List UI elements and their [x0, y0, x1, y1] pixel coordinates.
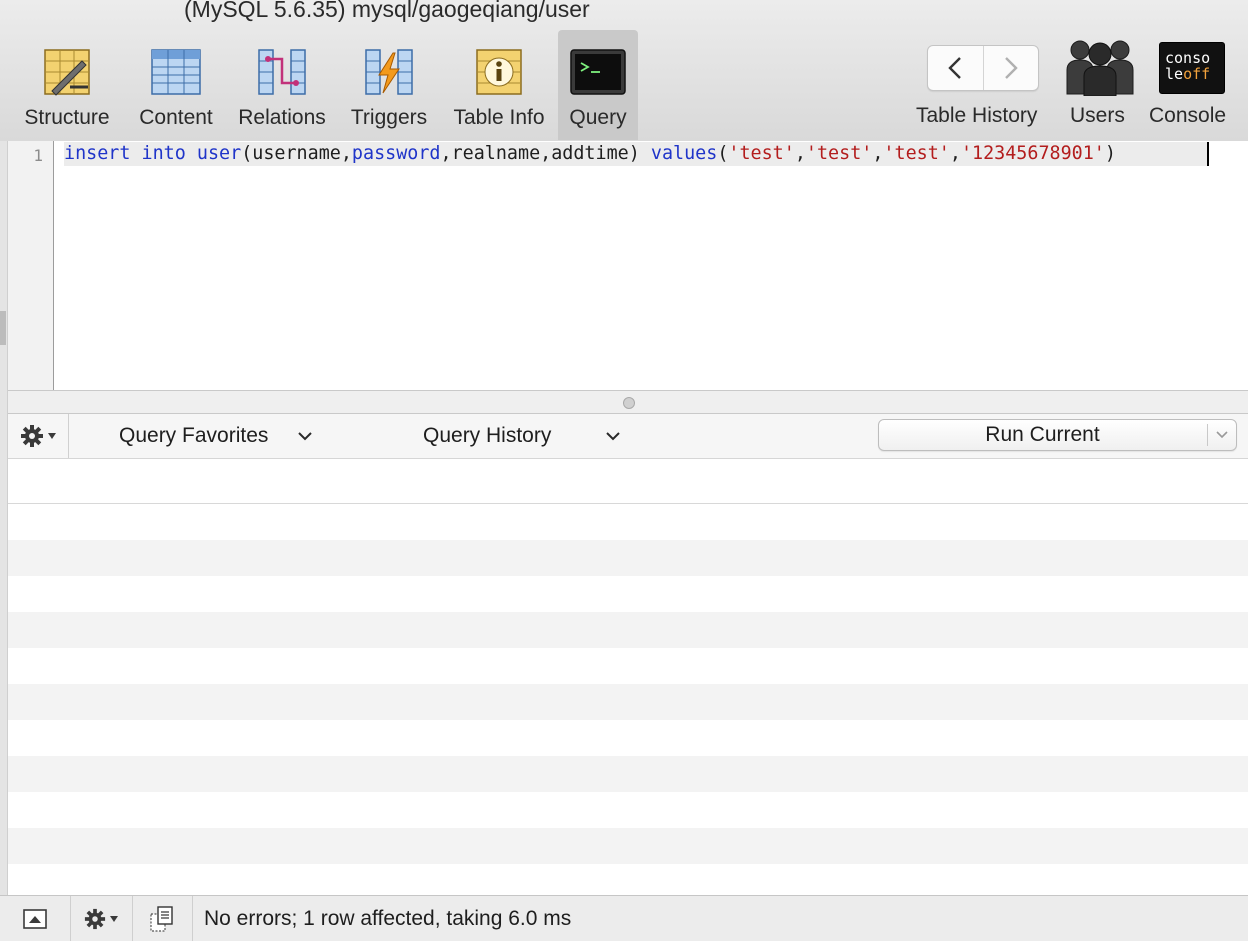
- query-history-label: Query History: [423, 424, 552, 447]
- history-forward-button[interactable]: [984, 46, 1039, 90]
- results-header: [8, 459, 1248, 504]
- left-resize-strip[interactable]: [0, 141, 8, 940]
- table-info-icon: [471, 44, 527, 100]
- resize-nub: [0, 311, 6, 345]
- line-gutter: 1: [8, 141, 54, 390]
- splitter-handle[interactable]: [623, 397, 635, 409]
- table-history-label: Table History: [916, 104, 1038, 127]
- table-row: [8, 756, 1248, 792]
- query-terminal-icon: [570, 44, 626, 100]
- main-toolbar: (MySQL 5.6.35) mysql/gaogeqiang/user Str…: [0, 0, 1248, 142]
- tab-content[interactable]: Content: [131, 30, 221, 140]
- console-badge-top: conso: [1165, 49, 1211, 67]
- console-button[interactable]: conso leoff: [1159, 42, 1225, 94]
- tab-triggers[interactable]: Triggers: [344, 30, 434, 140]
- gear-icon: [20, 425, 43, 447]
- relations-icon: [254, 44, 310, 100]
- query-editor[interactable]: 1 insert into user(username,password,rea…: [8, 141, 1248, 390]
- text-caret: [1207, 142, 1209, 166]
- sql-keyword: values: [650, 143, 718, 164]
- run-current-label: Run Current: [985, 423, 1100, 446]
- sql-text: (username,: [241, 143, 352, 164]
- window-title: (MySQL 5.6.35) mysql/gaogeqiang/user: [184, 0, 590, 22]
- chevron-left-icon: [948, 57, 962, 79]
- content-icon: [148, 44, 204, 100]
- status-message: No errors; 1 row affected, taking 6.0 ms: [204, 907, 572, 930]
- sql-string: '12345678901': [960, 143, 1105, 164]
- history-back-button[interactable]: [928, 46, 984, 90]
- query-bar: Query Favorites Query History Run Curren…: [8, 414, 1248, 459]
- status-bar: No errors; 1 row affected, taking 6.0 ms: [0, 895, 1248, 941]
- status-actions-button[interactable]: [70, 896, 133, 941]
- users-label: Users: [1070, 104, 1125, 127]
- run-options-dropdown[interactable]: [1207, 424, 1236, 446]
- copy-results-button[interactable]: [132, 896, 193, 941]
- results-table: [8, 459, 1248, 895]
- dropdown-triangle-icon: [109, 915, 118, 922]
- table-row: [8, 684, 1248, 720]
- chevron-right-icon: [1004, 57, 1018, 79]
- console-icon: conso leoff: [1160, 43, 1224, 82]
- chevron-down-icon: [298, 432, 313, 441]
- copy-documents-icon: [150, 905, 173, 932]
- structure-icon: [39, 44, 95, 100]
- console-badge-bottom: leoff: [1165, 65, 1211, 83]
- tab-structure[interactable]: Structure: [17, 30, 117, 140]
- sql-keyword: insert: [64, 143, 131, 164]
- table-row: [8, 576, 1248, 612]
- query-history-dropdown[interactable]: Query History: [423, 414, 621, 458]
- tab-relations[interactable]: Relations: [232, 30, 332, 140]
- tab-triggers-label: Triggers: [350, 106, 428, 129]
- console-off-text: off: [1183, 65, 1211, 83]
- sql-string: 'test': [728, 143, 795, 164]
- sql-text: ,realname,addtime): [440, 143, 651, 164]
- table-row: [8, 504, 1248, 540]
- users-icon: [1066, 40, 1134, 97]
- tab-query-label: Query: [569, 106, 627, 129]
- line-number: 1: [33, 146, 43, 165]
- tab-table-info[interactable]: Table Info: [446, 30, 552, 140]
- run-current-button[interactable]: Run Current: [878, 419, 1237, 451]
- code-line[interactable]: insert into user(username,password,realn…: [64, 142, 1209, 166]
- query-actions-button[interactable]: [8, 414, 69, 458]
- table-row: [8, 792, 1248, 828]
- toggle-panel-button[interactable]: [0, 896, 71, 941]
- editor-results-splitter[interactable]: [8, 390, 1248, 414]
- sql-string: 'test': [805, 143, 873, 164]
- chevron-down-icon: [606, 432, 621, 441]
- tab-content-label: Content: [139, 106, 213, 129]
- query-favorites-label: Query Favorites: [119, 424, 269, 447]
- sql-string: 'test': [883, 143, 950, 164]
- users-button[interactable]: [1066, 36, 1134, 97]
- gear-icon: [84, 908, 105, 929]
- sql-keyword: user: [196, 143, 242, 164]
- sql-keyword: into: [141, 143, 186, 164]
- table-row: [8, 864, 1248, 895]
- table-row: [8, 540, 1248, 576]
- tab-relations-label: Relations: [238, 106, 326, 129]
- dropdown-triangle-icon: [47, 433, 56, 439]
- table-row: [8, 720, 1248, 756]
- table-row: [8, 648, 1248, 684]
- tab-query[interactable]: Query: [558, 30, 638, 140]
- sql-keyword: password: [351, 143, 441, 164]
- table-history-nav: [927, 45, 1039, 91]
- chevron-down-icon: [1216, 431, 1228, 439]
- tab-structure-label: Structure: [24, 106, 110, 129]
- query-favorites-dropdown[interactable]: Query Favorites: [119, 414, 313, 458]
- panel-toggle-icon: [23, 908, 47, 929]
- console-label: Console: [1149, 104, 1227, 127]
- table-row: [8, 828, 1248, 864]
- triggers-icon: [361, 44, 417, 100]
- table-row: [8, 612, 1248, 648]
- tab-table-info-label: Table Info: [453, 106, 545, 129]
